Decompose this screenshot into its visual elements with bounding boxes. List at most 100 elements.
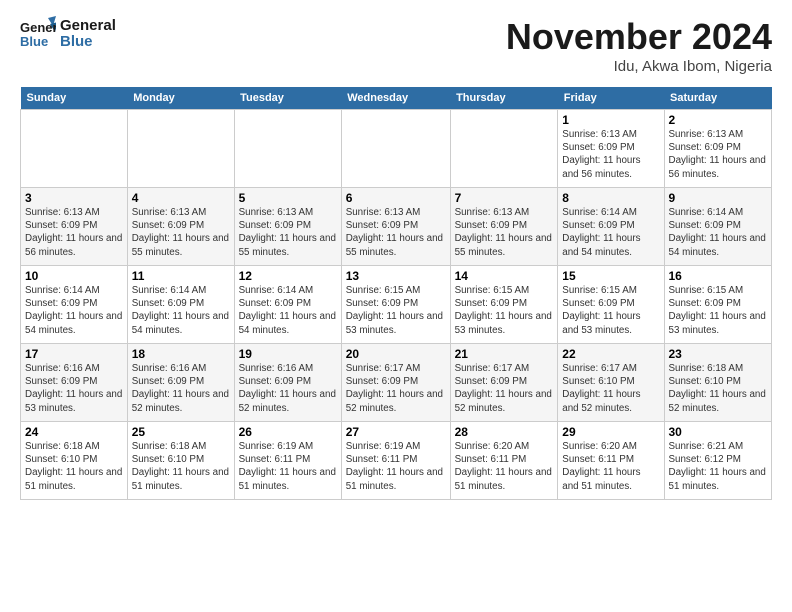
col-monday: Monday bbox=[127, 87, 234, 110]
day-info: Sunrise: 6:19 AM Sunset: 6:11 PM Dayligh… bbox=[239, 440, 337, 493]
day-number: 14 bbox=[455, 269, 554, 283]
day-info: Sunrise: 6:14 AM Sunset: 6:09 PM Dayligh… bbox=[132, 284, 230, 337]
calendar-cell: 27Sunrise: 6:19 AM Sunset: 6:11 PM Dayli… bbox=[341, 422, 450, 500]
day-number: 3 bbox=[25, 191, 123, 205]
day-info: Sunrise: 6:15 AM Sunset: 6:09 PM Dayligh… bbox=[562, 284, 659, 337]
page-container: GeneralBlue General Blue General Blue No… bbox=[0, 0, 792, 510]
logo: GeneralBlue General Blue General Blue bbox=[20, 16, 116, 52]
calendar-cell: 8Sunrise: 6:14 AM Sunset: 6:09 PM Daylig… bbox=[558, 188, 664, 266]
day-info: Sunrise: 6:15 AM Sunset: 6:09 PM Dayligh… bbox=[455, 284, 554, 337]
calendar-cell bbox=[234, 110, 341, 188]
day-number: 20 bbox=[346, 347, 446, 361]
day-number: 30 bbox=[669, 425, 768, 439]
day-number: 19 bbox=[239, 347, 337, 361]
calendar-cell: 23Sunrise: 6:18 AM Sunset: 6:10 PM Dayli… bbox=[664, 344, 772, 422]
day-info: Sunrise: 6:21 AM Sunset: 6:12 PM Dayligh… bbox=[669, 440, 768, 493]
calendar-cell: 15Sunrise: 6:15 AM Sunset: 6:09 PM Dayli… bbox=[558, 266, 664, 344]
calendar-week-row: 3 Sunrise: 6:13 AM Sunset: 6:09 PM Daylig… bbox=[21, 188, 772, 266]
day-info: Sunrise: 6:13 AM Sunset: 6:09 PM Dayligh… bbox=[239, 206, 337, 259]
calendar-cell: 9Sunrise: 6:14 AM Sunset: 6:09 PM Daylig… bbox=[664, 188, 772, 266]
col-tuesday: Tuesday bbox=[234, 87, 341, 110]
calendar-cell: 29Sunrise: 6:20 AM Sunset: 6:11 PM Dayli… bbox=[558, 422, 664, 500]
day-number: 29 bbox=[562, 425, 659, 439]
day-info: Sunrise: 6:17 AM Sunset: 6:10 PM Dayligh… bbox=[562, 362, 659, 415]
calendar-cell: 26Sunrise: 6:19 AM Sunset: 6:11 PM Dayli… bbox=[234, 422, 341, 500]
calendar-cell: 12Sunrise: 6:14 AM Sunset: 6:09 PM Dayli… bbox=[234, 266, 341, 344]
day-number: 7 bbox=[455, 191, 554, 205]
day-info: Sunrise: 6:13 AM Sunset: 6:09 PM Dayligh… bbox=[562, 128, 659, 181]
day-number: 8 bbox=[562, 191, 659, 205]
day-info: Sunrise: 6:18 AM Sunset: 6:10 PM Dayligh… bbox=[669, 362, 768, 415]
day-info: Sunrise: 6:13 AM Sunset: 6:09 PM Dayligh… bbox=[132, 206, 230, 259]
day-number: 11 bbox=[132, 269, 230, 283]
calendar-cell: 13Sunrise: 6:15 AM Sunset: 6:09 PM Dayli… bbox=[341, 266, 450, 344]
calendar-table: Sunday Monday Tuesday Wednesday Thursday… bbox=[20, 87, 772, 500]
day-number: 5 bbox=[239, 191, 337, 205]
day-number: 16 bbox=[669, 269, 768, 283]
svg-text:Blue: Blue bbox=[20, 34, 48, 49]
day-info: Sunrise: 6:20 AM Sunset: 6:11 PM Dayligh… bbox=[455, 440, 554, 493]
day-number: 25 bbox=[132, 425, 230, 439]
day-number: 9 bbox=[669, 191, 768, 205]
calendar-cell: 1Sunrise: 6:13 AM Sunset: 6:09 PM Daylig… bbox=[558, 110, 664, 188]
calendar-cell: 16Sunrise: 6:15 AM Sunset: 6:09 PM Dayli… bbox=[664, 266, 772, 344]
calendar-cell: 18Sunrise: 6:16 AM Sunset: 6:09 PM Dayli… bbox=[127, 344, 234, 422]
col-wednesday: Wednesday bbox=[341, 87, 450, 110]
day-info: Sunrise: 6:13 AM Sunset: 6:09 PM Dayligh… bbox=[346, 206, 446, 259]
day-number: 22 bbox=[562, 347, 659, 361]
calendar-cell bbox=[21, 110, 128, 188]
calendar-cell: 21Sunrise: 6:17 AM Sunset: 6:09 PM Dayli… bbox=[450, 344, 558, 422]
calendar-cell: 6Sunrise: 6:13 AM Sunset: 6:09 PM Daylig… bbox=[341, 188, 450, 266]
day-number: 26 bbox=[239, 425, 337, 439]
day-number: 18 bbox=[132, 347, 230, 361]
calendar-cell: 14Sunrise: 6:15 AM Sunset: 6:09 PM Dayli… bbox=[450, 266, 558, 344]
calendar-cell: 2Sunrise: 6:13 AM Sunset: 6:09 PM Daylig… bbox=[664, 110, 772, 188]
calendar-cell bbox=[450, 110, 558, 188]
day-info: Sunrise: 6:15 AM Sunset: 6:09 PM Dayligh… bbox=[669, 284, 768, 337]
day-info: Sunrise: 6:14 AM Sunset: 6:09 PM Dayligh… bbox=[25, 284, 123, 337]
day-number: 12 bbox=[239, 269, 337, 283]
col-thursday: Thursday bbox=[450, 87, 558, 110]
calendar-cell bbox=[341, 110, 450, 188]
day-number: 27 bbox=[346, 425, 446, 439]
day-info: Sunrise: 6:14 AM Sunset: 6:09 PM Dayligh… bbox=[669, 206, 768, 259]
calendar-cell: 19Sunrise: 6:16 AM Sunset: 6:09 PM Dayli… bbox=[234, 344, 341, 422]
day-number: 13 bbox=[346, 269, 446, 283]
col-saturday: Saturday bbox=[664, 87, 772, 110]
day-number: 15 bbox=[562, 269, 659, 283]
day-info: Sunrise: 6:15 AM Sunset: 6:09 PM Dayligh… bbox=[346, 284, 446, 337]
day-number: 2 bbox=[669, 113, 768, 127]
day-info: Sunrise: 6:16 AM Sunset: 6:09 PM Dayligh… bbox=[239, 362, 337, 415]
title-block: November 2024 Idu, Akwa Ibom, Nigeria bbox=[506, 16, 772, 75]
calendar-cell: 22Sunrise: 6:17 AM Sunset: 6:10 PM Dayli… bbox=[558, 344, 664, 422]
calendar-week-row: 24Sunrise: 6:18 AM Sunset: 6:10 PM Dayli… bbox=[21, 422, 772, 500]
day-info: Sunrise: 6:16 AM Sunset: 6:09 PM Dayligh… bbox=[132, 362, 230, 415]
day-info: Sunrise: 6:16 AM Sunset: 6:09 PM Dayligh… bbox=[25, 362, 123, 415]
day-info: Sunrise: 6:18 AM Sunset: 6:10 PM Dayligh… bbox=[132, 440, 230, 493]
svg-text:General: General bbox=[20, 20, 56, 35]
day-info: Sunrise: 6:14 AM Sunset: 6:09 PM Dayligh… bbox=[562, 206, 659, 259]
calendar-header-row: Sunday Monday Tuesday Wednesday Thursday… bbox=[21, 87, 772, 110]
page-header: GeneralBlue General Blue General Blue No… bbox=[20, 16, 772, 75]
day-number: 28 bbox=[455, 425, 554, 439]
day-number: 10 bbox=[25, 269, 123, 283]
day-number: 1 bbox=[562, 113, 659, 127]
day-number: 4 bbox=[132, 191, 230, 205]
day-info: Sunrise: 6:14 AM Sunset: 6:09 PM Dayligh… bbox=[239, 284, 337, 337]
calendar-cell: 30Sunrise: 6:21 AM Sunset: 6:12 PM Dayli… bbox=[664, 422, 772, 500]
day-number: 21 bbox=[455, 347, 554, 361]
calendar-cell: 24Sunrise: 6:18 AM Sunset: 6:10 PM Dayli… bbox=[21, 422, 128, 500]
calendar-cell: 4Sunrise: 6:13 AM Sunset: 6:09 PM Daylig… bbox=[127, 188, 234, 266]
day-info: Sunrise: 6:18 AM Sunset: 6:10 PM Dayligh… bbox=[25, 440, 123, 493]
calendar-cell: 10Sunrise: 6:14 AM Sunset: 6:09 PM Dayli… bbox=[21, 266, 128, 344]
logo-blue: Blue bbox=[60, 34, 116, 51]
day-number: 6 bbox=[346, 191, 446, 205]
calendar-cell: 11Sunrise: 6:14 AM Sunset: 6:09 PM Dayli… bbox=[127, 266, 234, 344]
calendar-cell: 7Sunrise: 6:13 AM Sunset: 6:09 PM Daylig… bbox=[450, 188, 558, 266]
day-info: Sunrise: 6:17 AM Sunset: 6:09 PM Dayligh… bbox=[346, 362, 446, 415]
calendar-cell: 17Sunrise: 6:16 AM Sunset: 6:09 PM Dayli… bbox=[21, 344, 128, 422]
day-number: 17 bbox=[25, 347, 123, 361]
day-info: Sunrise: 6:17 AM Sunset: 6:09 PM Dayligh… bbox=[455, 362, 554, 415]
calendar-cell: 28Sunrise: 6:20 AM Sunset: 6:11 PM Dayli… bbox=[450, 422, 558, 500]
calendar-cell: 5Sunrise: 6:13 AM Sunset: 6:09 PM Daylig… bbox=[234, 188, 341, 266]
